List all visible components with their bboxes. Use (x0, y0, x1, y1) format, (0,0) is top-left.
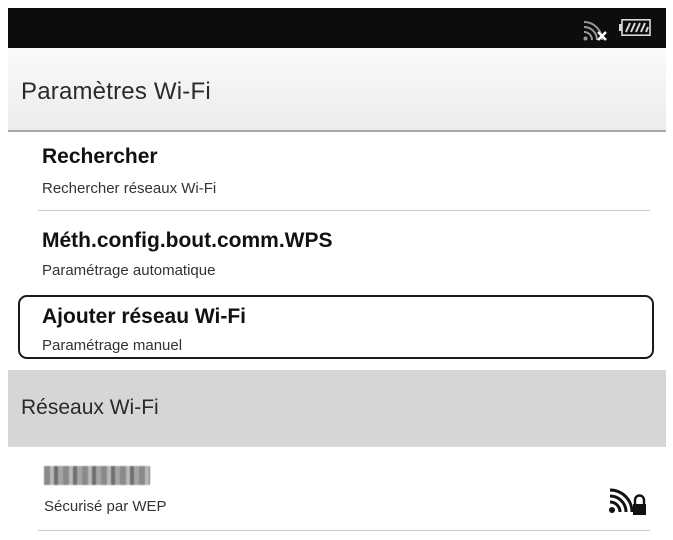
network-security-label: Sécurisé par WEP (44, 498, 167, 515)
network-ssid-obscured (44, 466, 150, 485)
divider (38, 530, 650, 531)
network-list-item[interactable]: Sécurisé par WEP (8, 447, 666, 540)
menu-item-search[interactable]: Rechercher Rechercher réseaux Wi-Fi (18, 132, 654, 212)
menu-item-title: Rechercher (42, 145, 158, 168)
wifi-disconnected-icon (583, 21, 607, 41)
menu-item-subtitle: Rechercher réseaux Wi-Fi (42, 180, 217, 197)
wifi-locked-icon (609, 488, 646, 515)
title-bar: Paramètres Wi-Fi (8, 48, 666, 132)
status-bar (8, 8, 666, 48)
menu-item-wps[interactable]: Méth.config.bout.comm.WPS Paramétrage au… (18, 212, 654, 292)
battery-icon (619, 19, 651, 36)
section-title: Réseaux Wi-Fi (21, 396, 159, 419)
menu-item-add-network[interactable]: Ajouter réseau Wi-Fi Paramétrage manuel (18, 295, 654, 359)
wifi-settings-screen: Paramètres Wi-Fi Rechercher Rechercher r… (8, 8, 666, 540)
menu-item-subtitle: Paramétrage automatique (42, 262, 216, 279)
menu-item-title: Méth.config.bout.comm.WPS (42, 229, 333, 252)
menu-item-title: Ajouter réseau Wi-Fi (42, 305, 247, 328)
networks-section-header: Réseaux Wi-Fi (8, 370, 666, 447)
divider (38, 210, 650, 211)
page-title: Paramètres Wi-Fi (21, 78, 211, 105)
menu-item-subtitle: Paramétrage manuel (42, 337, 183, 354)
